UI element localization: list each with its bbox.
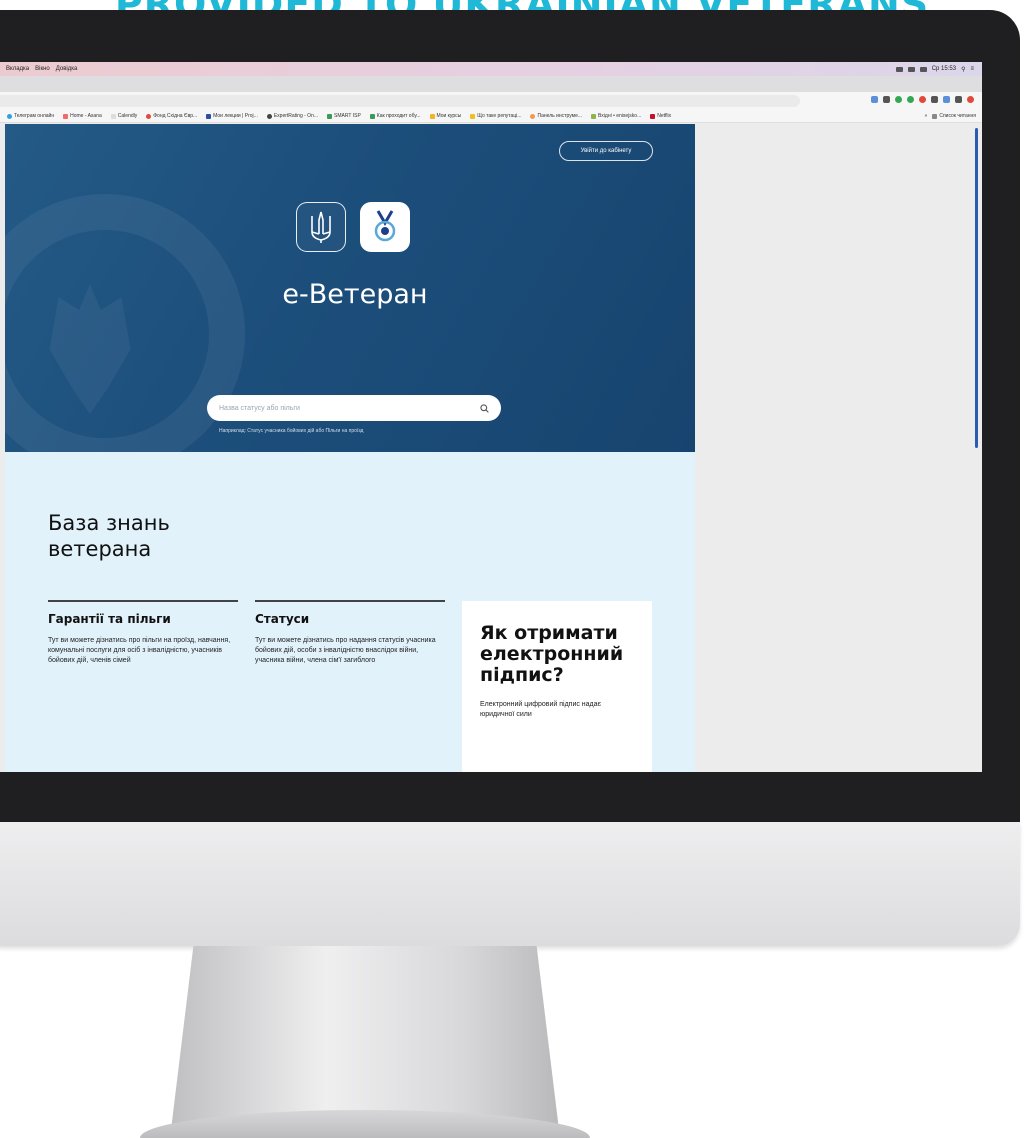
extension-icon[interactable] <box>883 96 890 103</box>
address-bar[interactable] <box>0 95 800 107</box>
control-center-icon[interactable]: ≡ <box>970 66 974 72</box>
e-signature-card-text: Електронний цифровий підпис надає юридич… <box>480 701 602 718</box>
menu-item-tab[interactable]: Вкладка <box>6 66 29 72</box>
bookmark-icon <box>146 113 152 119</box>
search-hint: Наприклад: Статус учасника бойових дій а… <box>219 428 364 434</box>
bookmark-item[interactable]: Мои курсы <box>429 113 462 119</box>
bookmark-item[interactable]: Що таке репутаці... <box>470 113 521 119</box>
spotlight-search-icon[interactable]: ⚲ <box>961 66 965 73</box>
statuses-card-title: Статуси <box>255 612 310 626</box>
bookmark-label: Телеграм онлайн <box>14 113 55 119</box>
bookmark-label: Що таке репутаці... <box>477 113 522 119</box>
macos-menu-bar: Вкладка Вікно Довідка Ср 15:53 ⚲ ≡ <box>0 62 982 76</box>
bookmark-item[interactable]: Home - Asana <box>63 113 102 119</box>
page-scrollbar[interactable] <box>975 128 978 448</box>
extension-icon[interactable] <box>931 96 938 103</box>
reading-list-icon <box>932 113 938 119</box>
coat-of-arms-logo[interactable] <box>296 202 346 252</box>
web-page: Увійти до кабінету е-Ветеран Назва стату… <box>0 124 982 772</box>
extension-icon[interactable] <box>943 96 950 103</box>
medal-icon <box>374 210 396 242</box>
bookmark-label: Netflix <box>657 113 672 119</box>
bookmark-label: Calendly <box>117 113 138 119</box>
hero-section: Увійти до кабінету е-Ветеран Назва стату… <box>5 124 695 452</box>
extensions-area <box>871 96 974 103</box>
bookmarks-right: » Список читання <box>925 113 982 119</box>
bookmark-item[interactable]: Netflix <box>650 113 671 119</box>
calendly-icon <box>110 113 116 119</box>
benefits-card-title: Гарантії та пільги <box>48 612 171 626</box>
bookmark-label: Панель инструме... <box>537 113 583 119</box>
e-signature-card[interactable]: Як отримати електронний підпис? Електрон… <box>462 601 652 772</box>
browser-tab-strip <box>0 76 982 92</box>
search-input[interactable]: Назва статусу або пільги <box>207 395 501 421</box>
reading-list-button[interactable]: Список читання <box>932 113 976 119</box>
monitor-screen: Вкладка Вікно Довідка Ср 15:53 ⚲ ≡ Телег… <box>0 62 982 772</box>
netflix-icon <box>650 113 656 119</box>
bookmark-label: Как проходит обу... <box>376 113 421 119</box>
menu-item-window[interactable]: Вікно <box>35 66 50 72</box>
more-bookmarks-icon[interactable]: » <box>925 113 928 119</box>
extension-icon[interactable] <box>871 96 878 103</box>
site-title: е-Ветеран <box>282 279 428 310</box>
bookmark-icon <box>266 113 272 119</box>
bookmark-item[interactable]: Calendly <box>110 113 138 119</box>
reading-list-label: Список читання <box>939 113 976 119</box>
statuses-card-text: Тут ви можете дізнатись про надання стат… <box>255 637 436 664</box>
bookmark-item[interactable]: Фонд Східна Євр... <box>146 113 197 119</box>
search-placeholder: Назва статусу або пільги <box>219 404 300 412</box>
bookmark-icon <box>429 113 435 119</box>
bookmark-item[interactable]: Мои лекции | Proj... <box>206 113 258 119</box>
extension-icon[interactable] <box>919 96 926 103</box>
telegram-icon <box>7 113 12 119</box>
bookmark-icon <box>591 113 597 119</box>
puzzle-icon[interactable] <box>955 96 962 103</box>
bookmark-icon <box>530 113 536 119</box>
bookmark-item[interactable]: Вхідні • enisejsko... <box>591 113 641 119</box>
benefits-card-text: Тут ви можете дізнатись про пільги на пр… <box>48 637 231 664</box>
bookmark-item[interactable]: Телеграм онлайн <box>7 113 54 119</box>
benefits-card[interactable]: Гарантії та пільги Тут ви можете дізнати… <box>48 600 238 666</box>
bookmark-item[interactable]: SMART ISP <box>327 113 361 119</box>
monitor-chin <box>0 822 1020 946</box>
menu-bar-clock[interactable]: Ср 15:53 <box>932 66 956 72</box>
extension-icon[interactable] <box>895 96 902 103</box>
bookmark-label: Мои курсы <box>436 113 462 119</box>
menu-bar-status-area: Ср 15:53 ⚲ ≡ <box>895 66 982 73</box>
folder-icon <box>369 113 375 119</box>
menu-item-help[interactable]: Довідка <box>56 66 78 72</box>
bookmark-item[interactable]: ExpertRating - On... <box>266 113 319 119</box>
flag-icon[interactable] <box>919 66 927 72</box>
bookmark-icon <box>206 113 212 119</box>
login-cabinet-button[interactable]: Увійти до кабінету <box>559 141 653 161</box>
trident-icon <box>311 211 331 243</box>
bookmark-label: ExpertRating - On... <box>273 113 319 119</box>
bookmark-icon <box>470 113 476 119</box>
folder-icon <box>327 113 333 119</box>
battery-icon[interactable] <box>907 66 915 72</box>
search-icon[interactable] <box>480 403 489 413</box>
asana-icon <box>63 113 69 119</box>
bookmark-label: SMART ISP <box>334 113 361 119</box>
e-signature-card-title: Як отримати електронний підпис? <box>480 622 624 686</box>
extension-icon[interactable] <box>907 96 914 103</box>
statuses-card[interactable]: Статуси Тут ви можете дізнатись про нада… <box>255 600 445 666</box>
profile-avatar[interactable] <box>967 96 974 103</box>
bookmark-label: Фонд Східна Євр... <box>153 113 198 119</box>
bookmark-item[interactable]: Как проходит обу... <box>369 113 421 119</box>
knowledge-base-title: База знань ветерана <box>48 511 170 561</box>
bookmark-label: Вхідні • enisejsko... <box>598 113 642 119</box>
knowledge-base-section: База знань ветерана Гарантії та пільги Т… <box>5 452 695 772</box>
bookmarks-bar: Телеграм онлайн Home - Asana Calendly Фо… <box>0 110 982 123</box>
veteran-medal-logo[interactable] <box>360 202 410 252</box>
bookmark-label: Мои лекции | Proj... <box>213 113 258 119</box>
bookmark-item[interactable]: Панель инструме... <box>530 113 582 119</box>
wifi-icon[interactable] <box>895 66 903 72</box>
bookmark-label: Home - Asana <box>70 113 102 119</box>
